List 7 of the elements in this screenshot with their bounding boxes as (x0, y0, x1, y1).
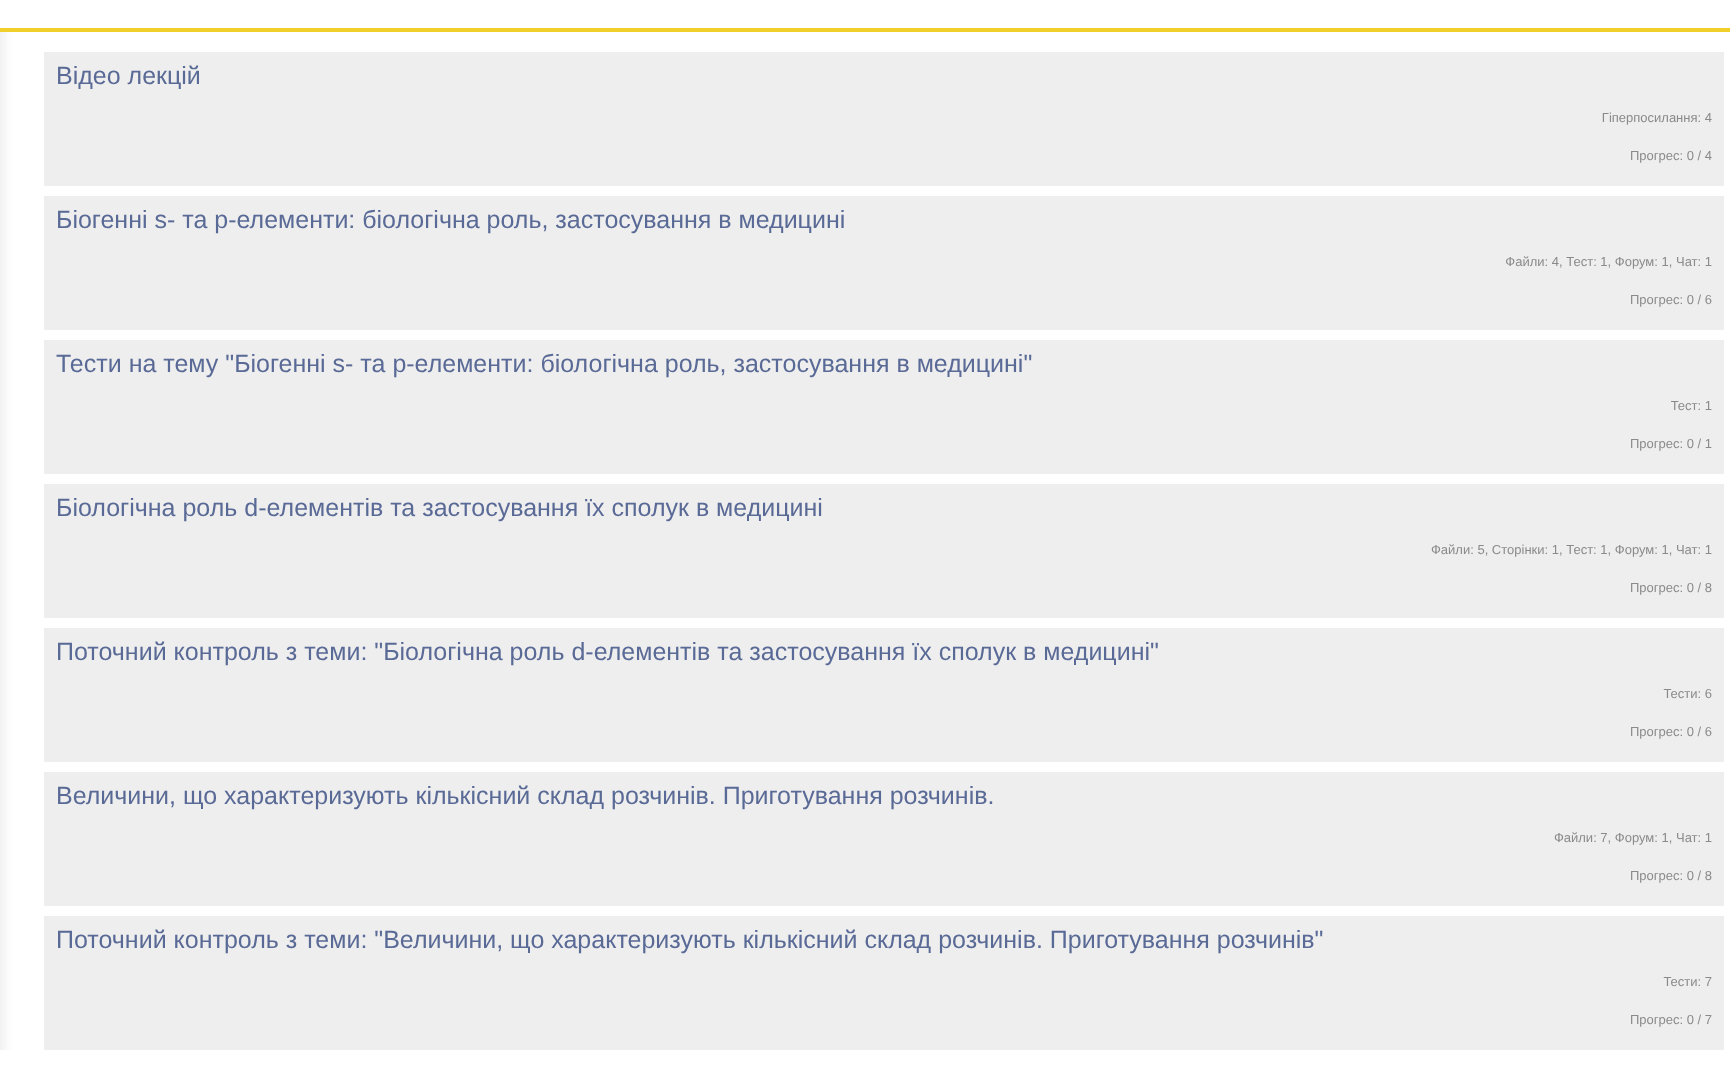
section-title[interactable]: Величини, що характеризують кількісний склад розчинів. Приготування розчинів. (56, 782, 1712, 810)
section-title[interactable]: Тести на тему "Біогенні s- та p-елементи: біологічна роль, застосування в медицині" (56, 350, 1712, 378)
section-title[interactable]: Біологічна роль d-елементів та застосування їх сполук в медицині (56, 494, 1712, 522)
section-title[interactable]: Поточний контроль з теми: "Величини, що характеризують кількісний склад розчинів. Приготування розчинів" (56, 926, 1712, 954)
section-title[interactable]: Відео лекцій (56, 62, 1712, 90)
section-title[interactable]: Біогенні s- та p-елементи: біологічна роль, застосування в медицині (56, 206, 1712, 234)
section-title[interactable]: Поточний контроль з теми: "Біологічна роль d-елементів та застосування їх сполук в медицині" (56, 638, 1712, 666)
